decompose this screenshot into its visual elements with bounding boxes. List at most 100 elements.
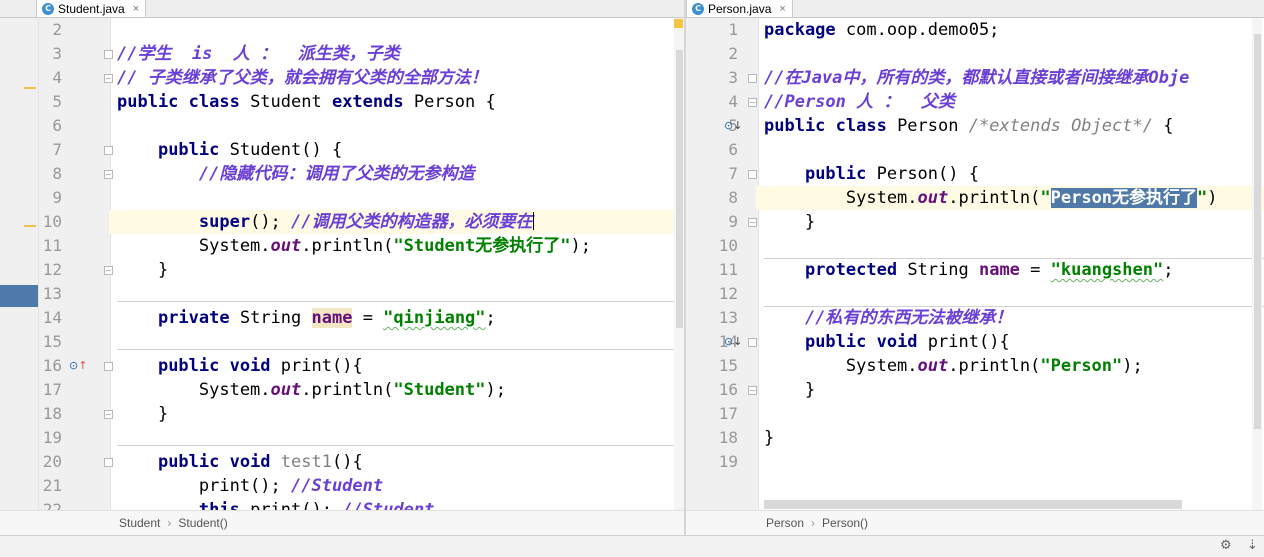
code-token: private [157, 308, 240, 328]
fold-marker-icon[interactable] [748, 170, 757, 179]
code-line[interactable]: 8 System.out.println("Person无参执行了") [686, 186, 1264, 210]
code-line[interactable]: 19 [0, 426, 684, 450]
fold-marker-icon[interactable] [104, 362, 113, 371]
left-code-editor[interactable]: 2 3 //学生 is 人 ： 派生类，子类 4// 子类继承了父类，就会拥有父类的全… [0, 18, 684, 510]
code-line[interactable]: 18} [686, 426, 1264, 450]
code-token: Student [250, 92, 332, 112]
code-line[interactable]: 19 [686, 450, 1264, 474]
right-code-lines: 1 package com.oop.demo05; 2 3 //在Java中，所有的类，… [686, 18, 1264, 474]
code-line[interactable]: 2 [686, 42, 1264, 66]
code-line[interactable]: 9 [0, 186, 684, 210]
horizontal-scroll-thumb[interactable] [764, 500, 1182, 509]
code-line[interactable]: 4// 子类继承了父类，就会拥有父类的全部方法！ [0, 66, 684, 90]
tab-person-java[interactable]: C Person.java × [686, 0, 793, 18]
fold-marker-icon[interactable] [104, 74, 113, 83]
code-line[interactable]: 4 //Person 人 ： 父类 [686, 90, 1264, 114]
breadcrumb-method[interactable]: Person() [822, 516, 868, 530]
right-editor-pane: C Person.java × 1 package com.oop.demo05;… [686, 0, 1264, 535]
code-line[interactable]: 20 public void test1(){ [0, 450, 684, 474]
code-line[interactable]: 10 [686, 234, 1264, 258]
fold-marker-icon[interactable] [104, 266, 113, 275]
left-vertical-scrollbar[interactable] [674, 18, 684, 510]
settings-gear-icon[interactable]: ⚙ [1220, 538, 1232, 553]
fold-marker-icon[interactable] [748, 98, 757, 107]
code-token: Person无参执行了 [1050, 188, 1198, 208]
code-line[interactable]: 7 public Student() { [0, 138, 684, 162]
code-line[interactable]: 5 public class Person /*extends Object*/ … [686, 114, 1264, 138]
code-line[interactable]: 7 public Person() { [686, 162, 1264, 186]
code-line[interactable]: 5 public class Student extends Person { [0, 90, 684, 114]
code-line[interactable]: 12 } [0, 258, 684, 282]
code-line[interactable]: 3 //在Java中，所有的类，都默认直接或者间接继承Obje [686, 66, 1264, 90]
code-line[interactable]: 21 print(); //Student [0, 474, 684, 498]
code-text: } [764, 378, 815, 402]
line-number: 10 [718, 236, 738, 255]
fold-marker-icon[interactable] [748, 74, 757, 83]
fold-marker-icon[interactable] [748, 386, 757, 395]
download-icon[interactable]: ⇣ [1247, 538, 1258, 553]
code-line[interactable]: 14 private String name = "qinjiang"; [0, 306, 684, 330]
line-number: 4 [728, 92, 738, 111]
code-line[interactable]: 13 //私有的东西无法被继承！ [686, 306, 1264, 330]
code-line[interactable]: 3 //学生 is 人 ： 派生类，子类 [0, 42, 684, 66]
code-line[interactable]: 17 [686, 402, 1264, 426]
fold-marker-icon[interactable] [748, 218, 757, 227]
code-line[interactable]: 15 System.out.println("Person"); [686, 354, 1264, 378]
code-token: Person [897, 116, 969, 136]
fold-marker-icon[interactable] [104, 50, 113, 59]
code-line[interactable]: 10 super(); //调用父类的构造器，必须要在 [0, 210, 684, 234]
is-overridden-icon[interactable]: ⊙↓ [724, 330, 742, 354]
fold-marker-icon[interactable] [748, 338, 757, 347]
code-token: System. [117, 236, 271, 256]
code-line[interactable]: 11 System.out.println("Student无参执行了"); [0, 234, 684, 258]
code-line[interactable]: 17 System.out.println("Student"); [0, 378, 684, 402]
warning-indicator[interactable] [674, 19, 683, 28]
code-line[interactable]: 18 } [0, 402, 684, 426]
fold-marker-icon[interactable] [104, 146, 113, 155]
code-line[interactable]: 13 [0, 282, 684, 306]
change-marker [24, 87, 36, 89]
code-line[interactable]: 8 //隐藏代码：调用了父类的无参构造 [0, 162, 684, 186]
fold-marker-icon[interactable] [104, 410, 113, 419]
breadcrumb-class[interactable]: Student [119, 516, 160, 530]
code-token: "qinjiang" [383, 308, 486, 328]
fold-marker-icon[interactable] [104, 458, 113, 467]
code-line[interactable]: 22 this.print(); //Student [0, 498, 684, 510]
code-token: " [1197, 188, 1208, 208]
is-subclassed-icon[interactable]: ⊙↓ [724, 114, 742, 138]
code-token: .println( [948, 356, 1041, 376]
code-line[interactable]: 14 public void print(){ [686, 330, 1264, 354]
tab-student-java[interactable]: C Student.java × [36, 0, 147, 18]
code-line[interactable]: 1 package com.oop.demo05; [686, 18, 1264, 42]
close-icon[interactable]: × [779, 3, 785, 15]
right-code-editor[interactable]: 1 package com.oop.demo05; 2 3 //在Java中，所有的类，… [686, 18, 1264, 510]
close-icon[interactable]: × [133, 3, 139, 15]
line-number: 1 [728, 20, 738, 39]
code-line[interactable]: 15 [0, 330, 684, 354]
code-line[interactable]: 6 [0, 114, 684, 138]
code-line[interactable]: 6 [686, 138, 1264, 162]
code-line[interactable]: 9 } [686, 210, 1264, 234]
breadcrumb-method[interactable]: Student() [178, 516, 227, 530]
code-line[interactable]: 16 public void print(){ [0, 354, 684, 378]
code-line[interactable]: 12 [686, 282, 1264, 306]
code-text: print(); //Student [117, 474, 383, 498]
right-vertical-scrollbar[interactable] [1252, 18, 1262, 510]
code-token: "kuangshen" [1050, 260, 1164, 280]
code-line[interactable]: 11 protected String name = "kuangshen"; [686, 258, 1264, 282]
code-token: //Student [342, 500, 435, 510]
fold-marker-icon[interactable] [104, 170, 113, 179]
code-token: //调用父类的构造器，必须要在 [291, 212, 533, 232]
scroll-thumb[interactable] [1254, 34, 1261, 429]
code-line[interactable]: 2 [0, 18, 684, 42]
scroll-thumb[interactable] [676, 50, 683, 328]
code-token: public class [764, 116, 898, 136]
code-line[interactable]: 16 } [686, 378, 1264, 402]
code-token: public [804, 164, 877, 184]
breadcrumb-class[interactable]: Person [766, 516, 804, 530]
overrides-method-icon[interactable]: ⊙↑ [69, 354, 87, 378]
